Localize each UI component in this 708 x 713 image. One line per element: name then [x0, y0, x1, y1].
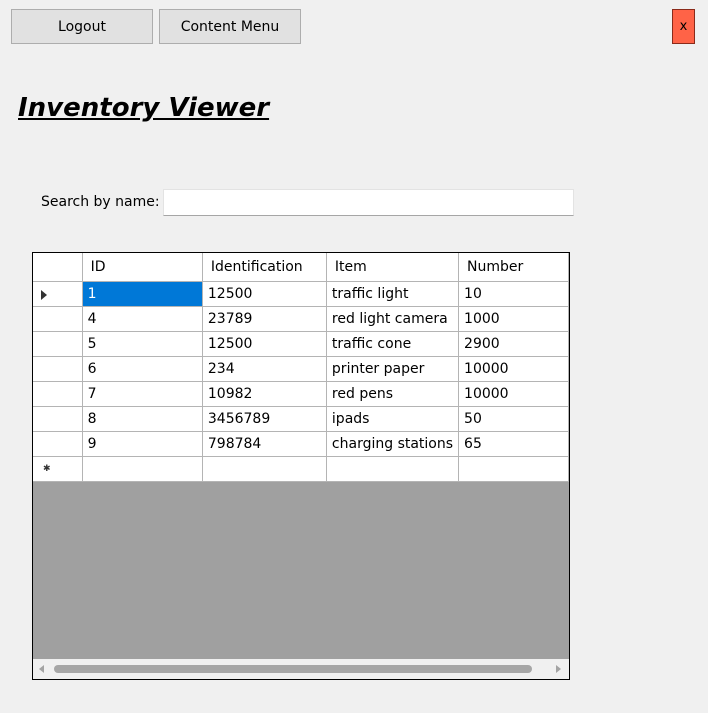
table-cell[interactable]: 10000	[458, 381, 569, 407]
table-row[interactable]: 4 23789 red light camera 1000	[33, 306, 569, 332]
inventory-table: ID Identification Item Number 1 12500 traf…	[33, 253, 569, 482]
horizontal-scrollbar[interactable]	[33, 659, 569, 679]
row-header[interactable]	[33, 381, 83, 407]
row-header[interactable]	[33, 281, 83, 307]
table-row[interactable]: 1 12500 traffic light 10	[33, 281, 569, 307]
new-row[interactable]: ✱	[33, 456, 569, 482]
table-cell[interactable]	[458, 456, 569, 482]
table-cell[interactable]: 12500	[202, 281, 327, 307]
table-row[interactable]: 9 798784 charging stations 65	[33, 431, 569, 457]
row-header[interactable]	[33, 306, 83, 332]
inventory-grid[interactable]: ID Identification Item Number 1 12500 traf…	[32, 252, 570, 680]
new-row-asterisk-icon: ✱	[43, 463, 51, 474]
column-header-number[interactable]: Number	[458, 253, 569, 282]
column-header-identification[interactable]: Identification	[202, 253, 327, 282]
scrollbar-thumb[interactable]	[54, 665, 532, 673]
table-cell[interactable]: charging stations	[326, 431, 460, 457]
close-button[interactable]: x	[672, 9, 695, 44]
table-cell[interactable]	[202, 456, 327, 482]
table-cell[interactable]: 65	[458, 431, 569, 457]
table-cell[interactable]: red light camera	[326, 306, 460, 332]
table-cell[interactable]: ipads	[326, 406, 460, 432]
table-cell[interactable]: 3456789	[202, 406, 327, 432]
table-cell[interactable]: printer paper	[326, 356, 460, 382]
table-cell[interactable]	[82, 456, 203, 482]
table-cell[interactable]: 6	[82, 356, 203, 382]
table-row[interactable]: 6 234 printer paper 10000	[33, 356, 569, 382]
table-cell[interactable]: 2900	[458, 331, 569, 357]
row-header-corner[interactable]	[33, 253, 83, 282]
table-cell[interactable]: 10000	[458, 356, 569, 382]
page-title: Inventory Viewer	[18, 93, 270, 123]
row-header[interactable]	[33, 406, 83, 432]
table-cell[interactable]: 50	[458, 406, 569, 432]
table-cell[interactable]: 1	[82, 281, 203, 307]
scroll-left-icon[interactable]	[39, 665, 44, 673]
table-cell[interactable]: 5	[82, 331, 203, 357]
header-row: ID Identification Item Number	[33, 253, 569, 282]
scroll-right-icon[interactable]	[556, 665, 561, 673]
inventory-viewer-window: Logout Content Menu x Inventory Viewer S…	[0, 0, 708, 713]
table-cell[interactable]: 4	[82, 306, 203, 332]
table-cell[interactable]: 10	[458, 281, 569, 307]
table-cell[interactable]: 8	[82, 406, 203, 432]
table-cell[interactable]: 9	[82, 431, 203, 457]
row-header[interactable]	[33, 356, 83, 382]
logout-button[interactable]: Logout	[11, 9, 153, 44]
table-row[interactable]: 7 10982 red pens 10000	[33, 381, 569, 407]
content-menu-button[interactable]: Content Menu	[159, 9, 301, 44]
search-input[interactable]	[163, 189, 574, 216]
table-cell[interactable]: 10982	[202, 381, 327, 407]
table-cell[interactable]: red pens	[326, 381, 460, 407]
row-header[interactable]	[33, 331, 83, 357]
table-row[interactable]: 5 12500 traffic cone 2900	[33, 331, 569, 357]
table-row[interactable]: 8 3456789 ipads 50	[33, 406, 569, 432]
search-label: Search by name:	[41, 194, 160, 210]
column-header-id[interactable]: ID	[82, 253, 203, 282]
row-header[interactable]: ✱	[33, 456, 83, 482]
table-cell[interactable]: traffic cone	[326, 331, 460, 357]
table-cell[interactable]: traffic light	[326, 281, 460, 307]
current-row-triangle-icon	[41, 289, 47, 300]
column-header-item[interactable]: Item	[326, 253, 460, 282]
table-cell[interactable]: 23789	[202, 306, 327, 332]
table-cell[interactable]: 234	[202, 356, 327, 382]
table-cell[interactable]	[326, 456, 460, 482]
table-cell[interactable]: 12500	[202, 331, 327, 357]
table-cell[interactable]: 1000	[458, 306, 569, 332]
table-cell[interactable]: 798784	[202, 431, 327, 457]
row-header[interactable]	[33, 431, 83, 457]
table-cell[interactable]: 7	[82, 381, 203, 407]
